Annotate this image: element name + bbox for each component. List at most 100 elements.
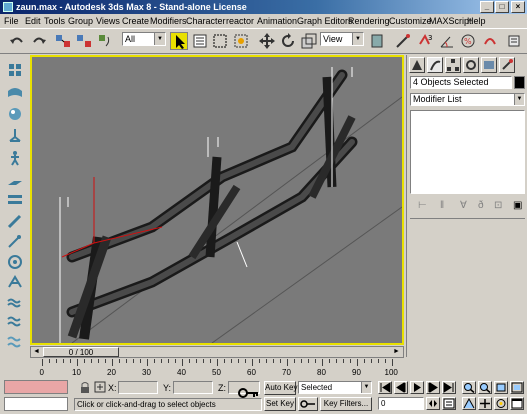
go-to-end-icon[interactable] [442, 381, 456, 394]
time-slider[interactable]: ◄ 0 / 100 ► [30, 346, 404, 358]
pivot-icon[interactable] [368, 32, 386, 50]
water-icon[interactable] [6, 293, 24, 311]
set-key-mode-button[interactable] [298, 397, 318, 411]
time-slider-thumb[interactable]: 0 / 100 [43, 347, 119, 357]
named-selection-icon[interactable] [505, 32, 523, 50]
menu-views[interactable]: Views [96, 16, 120, 26]
cloth-collection-icon[interactable] [6, 83, 24, 101]
select-icon[interactable] [170, 32, 188, 50]
angle-snap-icon[interactable] [438, 32, 456, 50]
zoom-all-icon[interactable] [478, 381, 492, 394]
time-prev-arrow[interactable]: ◄ [33, 348, 40, 355]
modifier-list-dropdown[interactable]: Modifier List ▼ [410, 93, 525, 106]
bind-icon[interactable] [96, 32, 114, 50]
maximize-viewport-icon[interactable] [510, 397, 524, 410]
menu-character[interactable]: Character [186, 16, 226, 26]
create-tab-icon[interactable] [409, 57, 425, 73]
window-crossing-icon[interactable] [232, 32, 250, 50]
spring-icon[interactable] [6, 191, 24, 209]
toy-car-icon[interactable] [6, 253, 24, 271]
selection-filter-dropdown[interactable]: All ▼ [122, 32, 166, 46]
close-button[interactable]: × [511, 1, 525, 13]
ragdoll-icon[interactable] [6, 149, 24, 167]
next-frame-icon[interactable] [426, 381, 440, 394]
undo-icon[interactable] [8, 32, 26, 50]
menu-rendering[interactable]: Rendering [348, 16, 390, 26]
rope-collection-icon[interactable] [6, 127, 24, 145]
plane-icon[interactable] [6, 173, 24, 191]
maxscript-input-mini[interactable] [4, 397, 68, 411]
auto-key-button[interactable]: Auto Key [264, 381, 297, 395]
remove-modifier-icon[interactable]: ð [478, 200, 484, 211]
object-name-field[interactable]: 4 Objects Selected [410, 76, 512, 89]
scale-icon[interactable] [300, 32, 318, 50]
menu-reactor[interactable]: reactor [226, 16, 254, 26]
menu-group[interactable]: Group [68, 16, 93, 26]
time-configuration-icon[interactable] [442, 397, 456, 410]
current-frame-field[interactable]: 0 [378, 397, 424, 410]
maximize-button[interactable]: □ [495, 1, 509, 13]
zoom-extents-icon[interactable] [494, 381, 508, 394]
utilities-tab-icon[interactable] [499, 57, 515, 73]
maxscript-listener-mini[interactable] [4, 380, 68, 394]
perspective-viewport[interactable] [30, 55, 404, 345]
spinner-snap-icon[interactable] [481, 32, 499, 50]
unlink-icon[interactable] [75, 32, 93, 50]
menu-modifiers[interactable]: Modifiers [150, 16, 187, 26]
region-icon[interactable] [211, 32, 229, 50]
zoom-extents-all-icon[interactable] [510, 381, 524, 394]
redo-icon[interactable] [30, 32, 48, 50]
scene-fence-model[interactable] [32, 57, 403, 344]
menu-graph-editors[interactable]: Graph Editors [297, 16, 353, 26]
field-of-view-icon[interactable] [462, 397, 476, 410]
rotate-icon[interactable] [279, 32, 297, 50]
menu-tools[interactable]: Tools [44, 16, 65, 26]
time-next-arrow[interactable]: ► [393, 348, 400, 355]
show-end-result-icon[interactable]: ‖ [440, 200, 444, 211]
x-coord-field[interactable] [118, 381, 158, 394]
snap-icon[interactable]: 3 [417, 32, 435, 50]
play-icon[interactable] [410, 381, 424, 394]
arc-rotate-icon[interactable] [494, 397, 508, 410]
display-tab-icon[interactable] [481, 57, 497, 73]
menu-edit[interactable]: Edit [25, 16, 41, 26]
motor-icon[interactable] [6, 213, 24, 231]
modifier-stack[interactable] [410, 110, 525, 194]
object-color-swatch[interactable] [514, 76, 525, 89]
lock-selection-icon[interactable] [78, 381, 92, 394]
key-filters-button[interactable]: Key Filters... [320, 397, 372, 411]
link-icon[interactable] [54, 32, 72, 50]
configure-sets-icon[interactable]: ⊡ [494, 200, 502, 211]
rigid-body-collection-icon[interactable] [6, 61, 24, 79]
key-mode-toggle-icon[interactable] [426, 397, 440, 410]
menu-help[interactable]: Help [467, 16, 486, 26]
menu-customize[interactable]: Customize [389, 16, 432, 26]
fracture-icon[interactable] [6, 273, 24, 291]
move-icon[interactable] [258, 32, 276, 50]
motion-tab-icon[interactable] [463, 57, 479, 73]
wind-icon[interactable] [6, 233, 24, 251]
pin-stack-icon[interactable]: ⊢ [418, 200, 427, 211]
soft-body-icon[interactable] [6, 105, 24, 123]
hierarchy-tab-icon[interactable] [445, 57, 461, 73]
track-bar[interactable]: 0 10 20 30 40 50 60 70 80 90 100 [30, 359, 404, 377]
select-manipulate-icon[interactable] [394, 32, 412, 50]
menu-file[interactable]: File [4, 16, 19, 26]
make-unique-icon[interactable]: ∀ [460, 200, 467, 211]
minimize-button[interactable]: _ [480, 1, 494, 13]
menu-create[interactable]: Create [122, 16, 149, 26]
absolute-mode-icon[interactable] [94, 381, 106, 394]
pan-icon[interactable] [478, 397, 492, 410]
constraint-solver-icon[interactable] [6, 313, 24, 331]
reference-coord-dropdown[interactable]: View ▼ [320, 32, 364, 46]
modify-tab-icon[interactable] [427, 57, 443, 73]
previous-frame-icon[interactable] [394, 381, 408, 394]
preview-animation-icon[interactable] [6, 333, 24, 351]
configure-modifier-icon[interactable]: ▣ [513, 200, 522, 211]
go-to-start-icon[interactable] [378, 381, 392, 394]
y-coord-field[interactable] [173, 381, 213, 394]
menu-maxscript[interactable]: MAXScript [429, 16, 472, 26]
key-mode-dropdown[interactable]: Selected ▼ [298, 381, 372, 394]
menu-animation[interactable]: Animation [257, 16, 297, 26]
select-by-name-icon[interactable] [191, 32, 209, 50]
